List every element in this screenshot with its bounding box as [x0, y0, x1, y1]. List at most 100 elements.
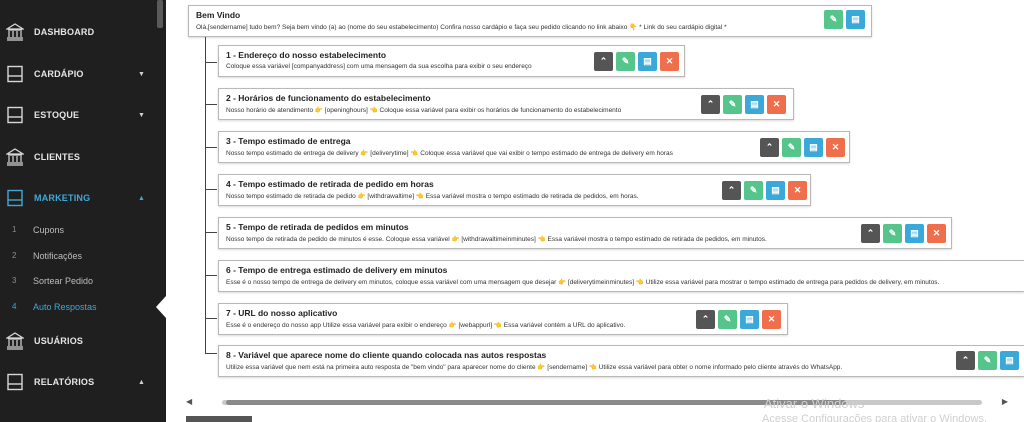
auto-response-node[interactable]: 2 - Horários de funcionamento do estabel…: [218, 88, 794, 120]
move-up-button[interactable]: ⌃: [594, 52, 613, 71]
auto-response-node[interactable]: 8 - Variável que aparece nome do cliente…: [218, 345, 1024, 377]
edit-icon: ✎: [829, 14, 838, 24]
node-description: Nosso horário de atendimento 👉 [openingh…: [226, 107, 622, 114]
auto-response-node[interactable]: 6 - Tempo de entrega estimado de deliver…: [218, 260, 1024, 292]
card-icon: ▤: [809, 142, 818, 152]
node-title: 4 - Tempo estimado de retirada de pedido…: [226, 179, 434, 189]
edit-button[interactable]: ✎: [883, 224, 902, 243]
delete-button[interactable]: ✕: [767, 95, 786, 114]
subitem-number: 1: [12, 225, 17, 234]
sidebar-item-usuarios[interactable]: USUÁRIOS: [0, 323, 166, 359]
chevron-up-icon: ▲: [138, 194, 145, 202]
bank-icon: [6, 332, 24, 350]
edit-button[interactable]: ✎: [718, 310, 737, 329]
chevron-up-icon: ⌃: [706, 99, 715, 109]
auto-response-node[interactable]: 1 - Endereço do nosso estabelecimento Co…: [218, 45, 685, 77]
delete-button[interactable]: ✕: [762, 310, 781, 329]
sidebar-subitem-sortear-pedido[interactable]: 3 Sortear Pedido: [0, 268, 166, 293]
window-icon: [7, 65, 23, 83]
node-description: Esse é o nosso tempo de entrega de deliv…: [226, 279, 940, 286]
node-actions: ⌃ ✎ ▤ ✕: [722, 181, 807, 200]
sidebar-subitem-cupons[interactable]: 1 Cupons: [0, 217, 166, 242]
auto-response-node[interactable]: 4 - Tempo estimado de retirada de pedido…: [218, 174, 811, 206]
sidebar-item-label: RELATÓRIOS: [34, 377, 95, 387]
sidebar-item-estoque[interactable]: ESTOQUE ▼: [0, 97, 166, 133]
scroll-right-icon[interactable]: ▶: [1002, 397, 1008, 406]
move-up-button[interactable]: ⌃: [861, 224, 880, 243]
move-up-button[interactable]: ⌃: [722, 181, 741, 200]
tree-connector: [205, 189, 217, 190]
auto-response-node[interactable]: 7 - URL do nosso aplicativo Esse é o end…: [218, 303, 788, 335]
subitem-label: Notificações: [33, 250, 83, 261]
horizontal-scrollbar[interactable]: ◀ ▶: [186, 397, 1008, 409]
node-title: 5 - Tempo de retirada de pedidos em minu…: [226, 222, 409, 232]
delete-button[interactable]: ✕: [660, 52, 679, 71]
node-title: 8 - Variável que aparece nome do cliente…: [226, 350, 547, 360]
windows-activation-hint: Acesse Configurações para ativar o Windo…: [762, 413, 987, 422]
view-button[interactable]: ▤: [1000, 351, 1019, 370]
chevron-up-icon: ⌃: [727, 185, 736, 195]
auto-response-root-node[interactable]: Bem Vindo Olá,[sendername] tudo bem? Sej…: [188, 5, 872, 37]
view-button[interactable]: ▤: [905, 224, 924, 243]
subitem-label: Auto Respostas: [33, 301, 97, 312]
edit-button[interactable]: ✎: [744, 181, 763, 200]
sidebar-item-label: CARDÁPIO: [34, 69, 84, 79]
auto-response-node[interactable]: 3 - Tempo estimado de entrega Nosso temp…: [218, 131, 850, 163]
sidebar-item-label: USUÁRIOS: [34, 336, 84, 346]
edit-button[interactable]: ✎: [824, 10, 843, 29]
move-up-button[interactable]: ⌃: [696, 310, 715, 329]
node-actions: ⌃ ✎ ▤ ✕: [760, 138, 845, 157]
node-title: 3 - Tempo estimado de entrega: [226, 136, 351, 146]
sidebar-item-relatorios[interactable]: RELATÓRIOS ▲: [0, 364, 166, 400]
view-button[interactable]: ▤: [740, 310, 759, 329]
subitem-label: Cupons: [33, 224, 65, 235]
tree-connector: [205, 104, 217, 105]
node-title: 6 - Tempo de entrega estimado de deliver…: [226, 265, 448, 275]
edit-icon: ✎: [749, 185, 758, 195]
view-button[interactable]: ▤: [745, 95, 764, 114]
edit-button[interactable]: ✎: [978, 351, 997, 370]
close-icon: ✕: [767, 314, 776, 324]
node-title: 2 - Horários de funcionamento do estabel…: [226, 93, 431, 103]
edit-button[interactable]: ✎: [616, 52, 635, 71]
edit-icon: ✎: [728, 99, 737, 109]
move-up-button[interactable]: ⌃: [956, 351, 975, 370]
edit-icon: ✎: [983, 355, 992, 365]
node-actions: ⌃ ✎ ▤: [956, 351, 1019, 370]
card-icon: ▤: [745, 314, 754, 324]
subitem-label: Sortear Pedido: [33, 275, 94, 286]
chevron-up-icon: ⌃: [961, 355, 970, 365]
view-button[interactable]: ▤: [846, 10, 865, 29]
scrollbar-thumb[interactable]: [226, 400, 846, 405]
sidebar-item-marketing[interactable]: MARKETING ▲: [0, 180, 166, 216]
scroll-left-icon[interactable]: ◀: [186, 397, 192, 406]
close-icon: ✕: [831, 142, 840, 152]
delete-button[interactable]: ✕: [927, 224, 946, 243]
node-actions: ⌃ ✎ ▤ ✕: [701, 95, 786, 114]
move-up-button[interactable]: ⌃: [760, 138, 779, 157]
node-actions: ⌃ ✎ ▤ ✕: [594, 52, 679, 71]
sidebar-subitem-auto-respostas[interactable]: 4 Auto Respostas: [0, 294, 166, 319]
delete-button[interactable]: ✕: [788, 181, 807, 200]
sidebar-subitem-notificacoes[interactable]: 2 Notificações: [0, 243, 166, 268]
view-button[interactable]: ▤: [766, 181, 785, 200]
sidebar-item-cardapio[interactable]: CARDÁPIO ▼: [0, 56, 166, 92]
move-up-button[interactable]: ⌃: [701, 95, 720, 114]
edit-icon: ✎: [888, 228, 897, 238]
view-button[interactable]: ▤: [638, 52, 657, 71]
edit-button[interactable]: ✎: [782, 138, 801, 157]
node-description: Olá,[sendername] tudo bem? Seja bem vind…: [196, 24, 727, 31]
node-description: Utilize essa variável que nem está na pr…: [226, 364, 843, 371]
delete-button[interactable]: ✕: [826, 138, 845, 157]
edit-button[interactable]: ✎: [723, 95, 742, 114]
sidebar-item-label: DASHBOARD: [34, 27, 95, 37]
sidebar-item-dashboard[interactable]: DASHBOARD: [0, 14, 166, 50]
node-actions: ⌃ ✎ ▤ ✕: [696, 310, 781, 329]
sidebar-item-clientes[interactable]: CLIENTES: [0, 139, 166, 175]
bank-icon: [6, 148, 24, 166]
auto-response-node[interactable]: 5 - Tempo de retirada de pedidos em minu…: [218, 217, 952, 249]
node-title: 7 - URL do nosso aplicativo: [226, 308, 338, 318]
view-button[interactable]: ▤: [804, 138, 823, 157]
node-description: Esse é o endereço do nosso app Utilize e…: [226, 322, 626, 329]
close-icon: ✕: [772, 99, 781, 109]
